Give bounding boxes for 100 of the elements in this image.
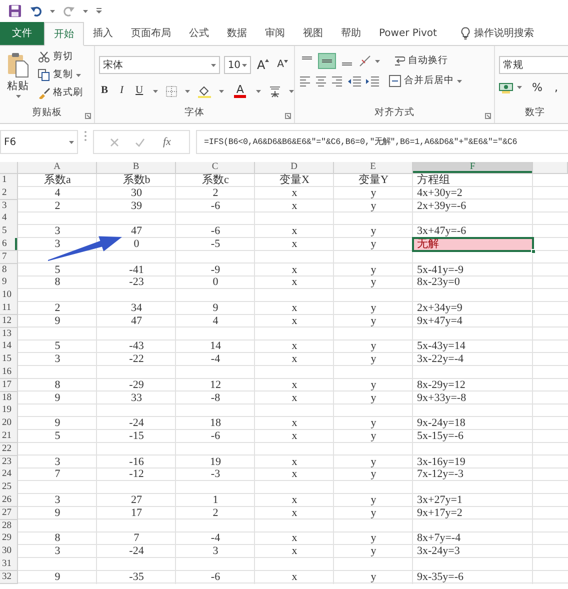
- row-header[interactable]: 17: [0, 378, 18, 392]
- ribbon-tab[interactable]: 开始: [44, 22, 84, 46]
- table-cell-text: 5x-43y=14: [416, 340, 466, 354]
- row-header[interactable]: 26: [0, 494, 18, 508]
- table-cell-text: x: [290, 264, 298, 278]
- ribbon-tab[interactable]: 视图: [294, 22, 332, 45]
- table-cell-text: -5: [210, 238, 222, 252]
- center-align-icon[interactable]: [315, 75, 327, 87]
- table-cell-text: 5: [54, 340, 62, 354]
- table-cell-text: 34: [130, 302, 143, 316]
- table-cell-text: -29: [128, 378, 145, 392]
- row-header[interactable]: 4: [0, 212, 18, 226]
- left-align-icon[interactable]: [299, 75, 311, 87]
- dialog-launcher-icon[interactable]: [485, 113, 491, 119]
- table-cell-text: x: [290, 314, 298, 328]
- underline-button[interactable]: U: [134, 84, 146, 98]
- fill-handle[interactable]: [531, 249, 536, 254]
- fill-color-icon[interactable]: [198, 84, 212, 98]
- clipboard-button[interactable]: 复制: [36, 68, 85, 82]
- clipboard-button[interactable]: 格式刷: [36, 86, 85, 100]
- font-name-field[interactable]: 宋体: [99, 56, 220, 74]
- row-header[interactable]: 31: [0, 558, 18, 572]
- number-style-button[interactable]: ,: [552, 81, 560, 94]
- table-cell-text: y: [370, 200, 378, 214]
- grow-font-button[interactable]: A: [254, 58, 272, 72]
- column-header[interactable]: B: [97, 162, 176, 173]
- number-style-button[interactable]: %: [530, 81, 544, 94]
- column-header[interactable]: A: [18, 162, 97, 173]
- table-cell-text: y: [370, 532, 378, 546]
- ribbon-tab[interactable]: 审阅: [256, 22, 294, 45]
- row-header[interactable]: 22: [0, 442, 18, 456]
- column-header[interactable]: F: [413, 162, 533, 173]
- table-cell-text: 9: [54, 570, 62, 584]
- row-header[interactable]: 21: [0, 430, 18, 444]
- file-tab[interactable]: 文件: [0, 22, 44, 45]
- font-color-button[interactable]: A: [232, 83, 248, 99]
- row-header[interactable]: 30: [0, 545, 18, 559]
- decrease-indent-icon[interactable]: [347, 75, 361, 87]
- row-header[interactable]: 12: [0, 314, 18, 328]
- row-header[interactable]: 2: [0, 186, 18, 200]
- row-header[interactable]: 24: [0, 468, 18, 482]
- row-header[interactable]: 15: [0, 353, 18, 367]
- wrap-text-button[interactable]: 自动换行: [392, 54, 450, 68]
- row-header[interactable]: 1: [0, 174, 18, 188]
- dialog-launcher-icon[interactable]: [285, 113, 291, 119]
- orientation-icon[interactable]: [359, 55, 371, 67]
- row-header[interactable]: 19: [0, 404, 18, 418]
- row-header[interactable]: 10: [0, 289, 18, 303]
- row-header[interactable]: 7: [0, 250, 18, 264]
- table-cell-text: 4x+30y=2: [416, 186, 464, 200]
- increase-indent-icon[interactable]: [365, 75, 379, 87]
- table-cell-text: 系数b: [122, 174, 152, 188]
- paste-button[interactable]: 粘贴: [4, 50, 32, 100]
- middle-align-button[interactable]: [319, 54, 335, 68]
- ribbon-tab[interactable]: 页面布局: [122, 22, 180, 45]
- column-header[interactable]: D: [255, 162, 334, 173]
- tell-me-search[interactable]: 操作说明搜索: [452, 22, 543, 45]
- currency-icon[interactable]: [499, 82, 513, 94]
- redo-icon[interactable]: [63, 5, 75, 17]
- column-header[interactable]: C: [176, 162, 255, 173]
- row-header[interactable]: 32: [0, 570, 18, 584]
- merge-center-button[interactable]: 合并后居中: [387, 74, 464, 88]
- ribbon-tab[interactable]: 数据: [218, 22, 256, 45]
- shrink-font-button[interactable]: A: [275, 59, 290, 71]
- ribbon-tab[interactable]: 帮助: [332, 22, 370, 45]
- ribbon-tab[interactable]: 插入: [84, 22, 122, 45]
- insert-function-button[interactable]: fx: [161, 136, 173, 148]
- dialog-launcher-icon[interactable]: [85, 113, 91, 119]
- wrap-icon: [394, 55, 405, 67]
- row-header[interactable]: 29: [0, 532, 18, 546]
- row-header[interactable]: 27: [0, 506, 18, 520]
- row-header[interactable]: 9: [0, 276, 18, 290]
- table-cell-text: y: [370, 225, 378, 239]
- table-cell-text: -4: [210, 532, 222, 546]
- row-header[interactable]: 14: [0, 340, 18, 354]
- row-header[interactable]: 25: [0, 481, 18, 495]
- row-header[interactable]: 6: [0, 238, 18, 252]
- ribbon-tab[interactable]: Power Pivot: [370, 22, 446, 45]
- save-icon[interactable]: [8, 4, 22, 18]
- ribbon-tab[interactable]: 公式: [180, 22, 218, 45]
- row-header[interactable]: 20: [0, 417, 18, 431]
- clipboard-button[interactable]: 剪切: [36, 50, 85, 64]
- bold-button[interactable]: B: [99, 84, 110, 98]
- undo-icon[interactable]: [30, 5, 42, 17]
- italic-button[interactable]: I: [118, 84, 126, 98]
- right-align-icon[interactable]: [331, 75, 343, 87]
- customize-icon[interactable]: [96, 8, 102, 14]
- font-size-field[interactable]: 10: [224, 56, 251, 74]
- phonetic-guide-icon[interactable]: [269, 84, 282, 98]
- borders-icon[interactable]: [166, 86, 178, 96]
- name-box[interactable]: F6: [0, 130, 78, 154]
- table-cell-text: 5: [54, 430, 62, 444]
- number-format-field[interactable]: 常规: [499, 56, 568, 74]
- row-header[interactable]: 16: [0, 366, 18, 380]
- row-header[interactable]: 5: [0, 225, 18, 239]
- check-icon[interactable]: [135, 138, 145, 146]
- table-cell-text: y: [370, 430, 378, 444]
- row-header[interactable]: 11: [0, 302, 18, 316]
- caret-icon: [242, 64, 247, 66]
- caret-icon: [153, 90, 158, 92]
